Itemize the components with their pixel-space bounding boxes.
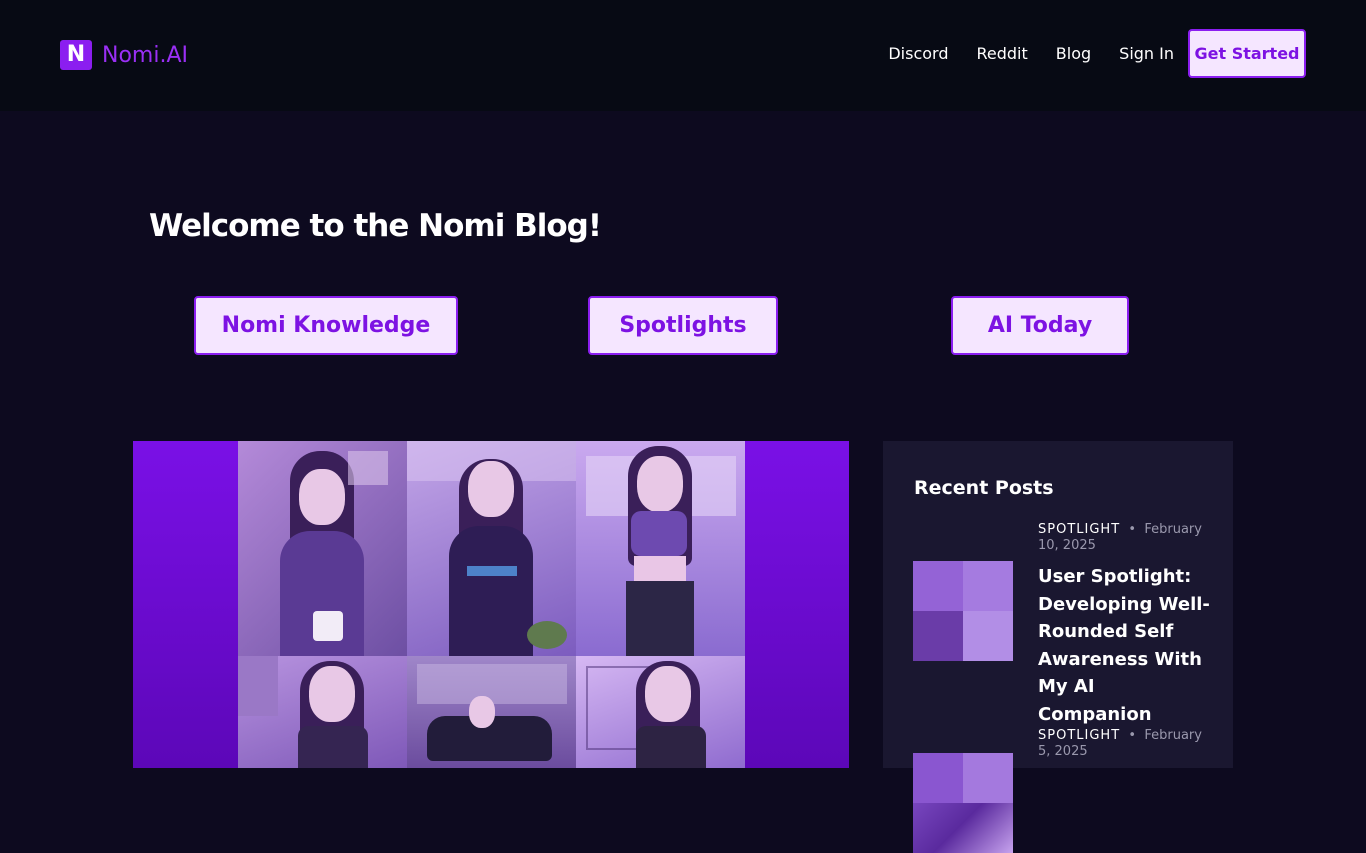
category-spotlights-button[interactable]: Spotlights bbox=[588, 296, 778, 355]
main-nav: Discord Reddit Blog Sign In Get Started bbox=[888, 29, 1306, 78]
logo-n-icon: N bbox=[60, 40, 92, 70]
collage-tile bbox=[576, 441, 745, 656]
top-navigation-bar: N Nomi.AI Discord Reddit Blog Sign In Ge… bbox=[0, 0, 1366, 111]
collage-tile bbox=[407, 441, 576, 656]
recent-posts-heading: Recent Posts bbox=[914, 477, 1054, 499]
collage-tile bbox=[407, 656, 576, 768]
meta-separator: • bbox=[1124, 728, 1145, 743]
nav-link-discord[interactable]: Discord bbox=[888, 44, 948, 63]
meta-separator: • bbox=[1124, 522, 1145, 537]
recent-post-item: SPOTLIGHT • February 10, 2025 User Spotl… bbox=[913, 522, 1213, 725]
post-category[interactable]: SPOTLIGHT bbox=[1038, 522, 1120, 537]
post-thumbnail[interactable] bbox=[913, 753, 1013, 853]
recent-post-item: SPOTLIGHT • February 5, 2025 bbox=[913, 728, 1213, 853]
collage-tile bbox=[576, 656, 745, 768]
post-meta: SPOTLIGHT • February 10, 2025 bbox=[1038, 522, 1213, 554]
nav-link-blog[interactable]: Blog bbox=[1056, 44, 1091, 63]
nav-link-sign-in[interactable]: Sign In bbox=[1119, 44, 1174, 63]
brand-name: Nomi.AI bbox=[102, 42, 188, 68]
recent-posts-sidebar: Recent Posts SPOTLIGHT • February 10, 20… bbox=[883, 441, 1233, 853]
post-meta: SPOTLIGHT • February 5, 2025 bbox=[1038, 728, 1213, 760]
category-ai-today-button[interactable]: AI Today bbox=[951, 296, 1129, 355]
post-thumbnail[interactable] bbox=[913, 561, 1013, 661]
collage-tile bbox=[238, 441, 407, 656]
page-title: Welcome to the Nomi Blog! bbox=[149, 208, 602, 244]
get-started-button[interactable]: Get Started bbox=[1188, 29, 1306, 78]
nav-link-reddit[interactable]: Reddit bbox=[977, 44, 1028, 63]
featured-post-image[interactable] bbox=[133, 441, 849, 768]
photo-collage bbox=[238, 441, 745, 768]
collage-tile bbox=[238, 656, 407, 768]
brand-logo[interactable]: N Nomi.AI bbox=[60, 40, 188, 70]
category-nomi-knowledge-button[interactable]: Nomi Knowledge bbox=[194, 296, 458, 355]
post-title-link[interactable]: User Spotlight: Developing Well-Rounded … bbox=[1038, 563, 1213, 728]
post-category[interactable]: SPOTLIGHT bbox=[1038, 728, 1120, 743]
